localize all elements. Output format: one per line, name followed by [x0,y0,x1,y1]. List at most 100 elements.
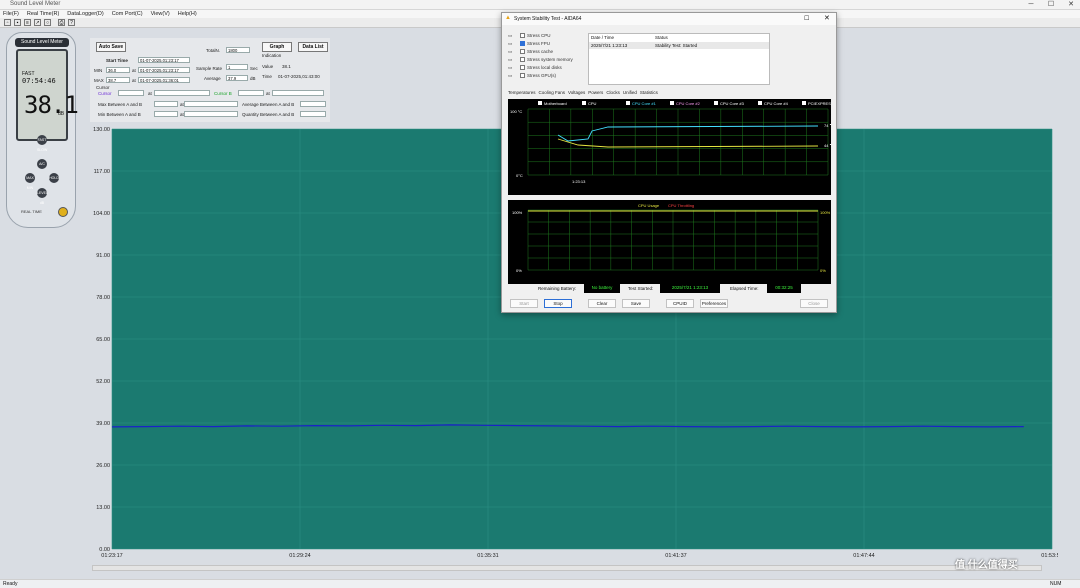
temp-bottom: 0°C [516,173,523,178]
menu-file[interactable]: File(F) [3,10,19,18]
min-field: 36.0 [106,67,130,73]
legend-check-icon [802,101,806,105]
log-row-status: Stability Test: Started [655,43,698,48]
cursor-b-time [272,90,324,96]
meter-button-level: LEVEL dB [37,188,48,205]
legend-check-icon [714,101,718,105]
cursor-a-time [154,90,210,96]
stop-icon[interactable]: ○ [44,19,51,26]
meter-button-fast-slow: FAST SLOW [37,135,47,152]
stress-checkbox[interactable]: Stress system memory [520,57,573,63]
cursor-b-field[interactable] [238,90,264,96]
legend-label: CPU [588,101,597,106]
cpuid-button[interactable]: CPUID [666,299,694,308]
graph-icon[interactable]: ↗ [34,19,41,26]
stab-maximize-button[interactable]: ☐ [804,15,809,22]
min-time-field: 01-07-2025,01:23:17 [138,67,190,73]
legend-check-icon [626,101,630,105]
horizontal-scrollbar[interactable] [92,565,1042,571]
temp-time: 1:23:13 [572,179,586,184]
status-bar: Ready NUM [0,579,1080,588]
graph-button[interactable]: Graph [262,42,292,52]
stress-checkbox[interactable]: Stress local disks [520,65,562,71]
remaining-label: Remaining Battery: [538,286,577,291]
min-ab-time [184,111,238,117]
tab-unified[interactable]: Unified [623,90,637,95]
meter-unit: dB [58,111,65,117]
tab-temperatures[interactable]: Temperatures [508,90,536,95]
cpu-core-line [557,125,819,142]
x-tick-label: 01:41:37 [665,553,686,559]
print-icon[interactable]: ⎙ [58,19,65,26]
test-started-value: 2025/7/21 1:23:13 [660,283,720,293]
temp-r2: 44 ℃ [824,143,831,148]
cpu-usage-graph: CPU Usage CPU Throttling 100% 0% 100% 0% [508,200,831,284]
menu-real-time[interactable]: Real Time(R) [27,10,59,18]
cursor-b-at: at [266,91,270,96]
save-icon[interactable]: ▪ [14,19,21,26]
meter-button-ac: A/C [37,159,47,169]
temp-top: 100 °C [510,109,522,114]
stability-log: Date / Time Status 2025/7/21 1:23:13 Sta… [588,33,770,85]
stab-close-button[interactable]: ✕ [824,14,830,22]
menu-datalogger[interactable]: DataLogger(D) [67,10,103,18]
tab-cooling-fans[interactable]: Cooling Fans [539,90,566,95]
menu-view[interactable]: View(V) [151,10,170,18]
tab-voltages[interactable]: Voltages [568,90,585,95]
start-button[interactable]: Start [510,299,538,308]
y-tick-label: 26.00 [96,463,110,469]
minimize-button[interactable]: ─ [1024,0,1038,10]
max-at: at [132,78,136,83]
auto-save-button[interactable]: Auto Save [96,42,126,52]
menu-help[interactable]: Help(H) [178,10,197,18]
power-knob-icon [58,207,68,217]
tab-powers[interactable]: Powers [588,90,603,95]
cpu-r2: 0% [820,268,826,273]
stress-checkbox[interactable]: Stress GPU(s) [520,73,556,79]
close-button[interactable]: ✕ [1064,0,1078,10]
stability-test-window[interactable]: System Stability Test - AIDA64 ▲ ☐ ✕ Str… [501,12,837,313]
test-started-label: Test Started: [628,286,654,291]
legend-label: CPU Core #2 [676,101,701,106]
max-ab-time [184,101,238,107]
y-tick-label: 117.00 [94,169,110,175]
legend-check-icon [758,101,762,105]
window-title: Sound Level Meter [10,1,61,7]
preferences-button[interactable]: Preferences [700,299,728,308]
sample-rate-select[interactable]: 1 [226,64,248,70]
stress-checkbox[interactable]: Stress CPU [520,33,551,39]
indication-time: 01-07-2025,01:43:00 [278,74,320,79]
start-time-label: Start Time [106,58,128,63]
sample-rate-label: Sample Rate [196,66,223,71]
hardware-icon: ▭ [508,41,513,46]
record-icon[interactable]: ≡ [24,19,31,26]
new-icon[interactable]: ▫ [4,19,11,26]
legend-label: CPU Core #3 [720,101,745,106]
tab-statistics[interactable]: Statistics [640,90,658,95]
data-list-button[interactable]: Data List [298,42,328,52]
cursor-a-at: at [148,91,152,96]
clear-button[interactable]: Clear [588,299,616,308]
stress-checkbox[interactable]: Stress cache [520,49,553,55]
avg-ab-field [300,101,326,107]
stop-button[interactable]: Stop [544,299,572,308]
stress-checkbox[interactable]: Stress FPU [520,41,550,47]
x-tick-label: 01:35:31 [477,553,498,559]
help-icon[interactable]: ? [68,19,75,26]
legend-label: PCIEXPRESS EVEN [808,101,831,106]
hardware-icon: ▭ [508,33,513,38]
max-label: MAX [94,78,104,83]
average-unit: dB [250,76,256,81]
cursor-a-field[interactable] [118,90,144,96]
hardware-icon: ▭ [508,73,513,78]
save-button[interactable]: Save [622,299,650,308]
y-tick-label: 130.00 [93,127,110,133]
stab-close-btn[interactable]: Close [800,299,828,308]
meter-header: Sound Level Meter [15,38,69,47]
max-ab-field [154,101,178,107]
meter-lcd: FAST 07:54:46 38.1 dB [16,49,79,141]
min-at: at [132,68,136,73]
menu-com-port[interactable]: Com Port(C) [112,10,143,18]
tab-clocks[interactable]: Clocks [606,90,620,95]
maximize-button[interactable]: ☐ [1044,0,1058,10]
